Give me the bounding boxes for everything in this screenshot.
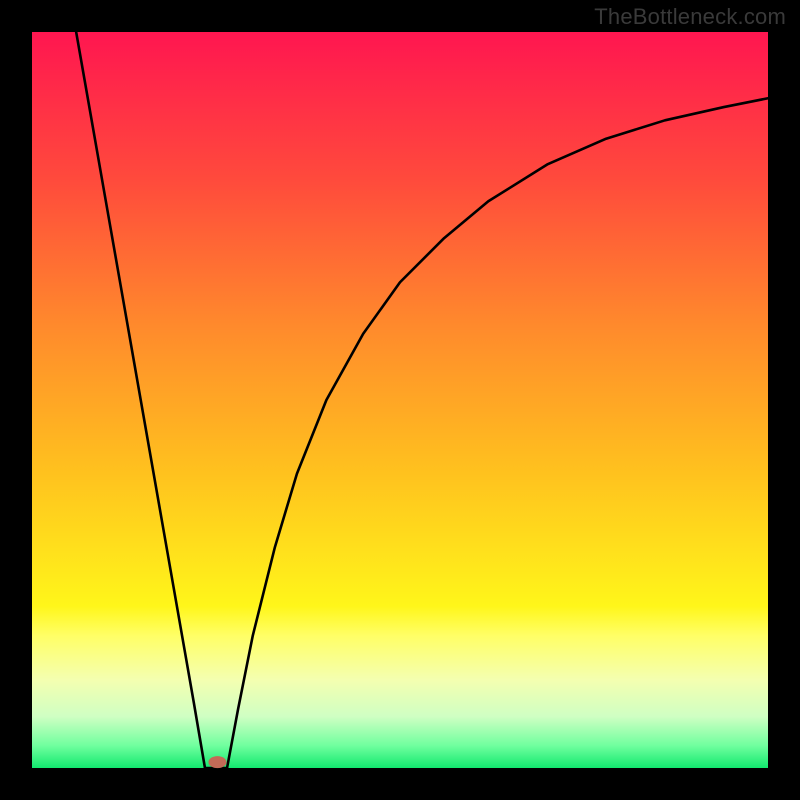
chart-frame: TheBottleneck.com: [0, 0, 800, 800]
chart-svg: [0, 0, 800, 800]
watermark-text: TheBottleneck.com: [594, 4, 786, 30]
optimum-marker: [208, 756, 226, 768]
plot-background: [32, 32, 768, 768]
